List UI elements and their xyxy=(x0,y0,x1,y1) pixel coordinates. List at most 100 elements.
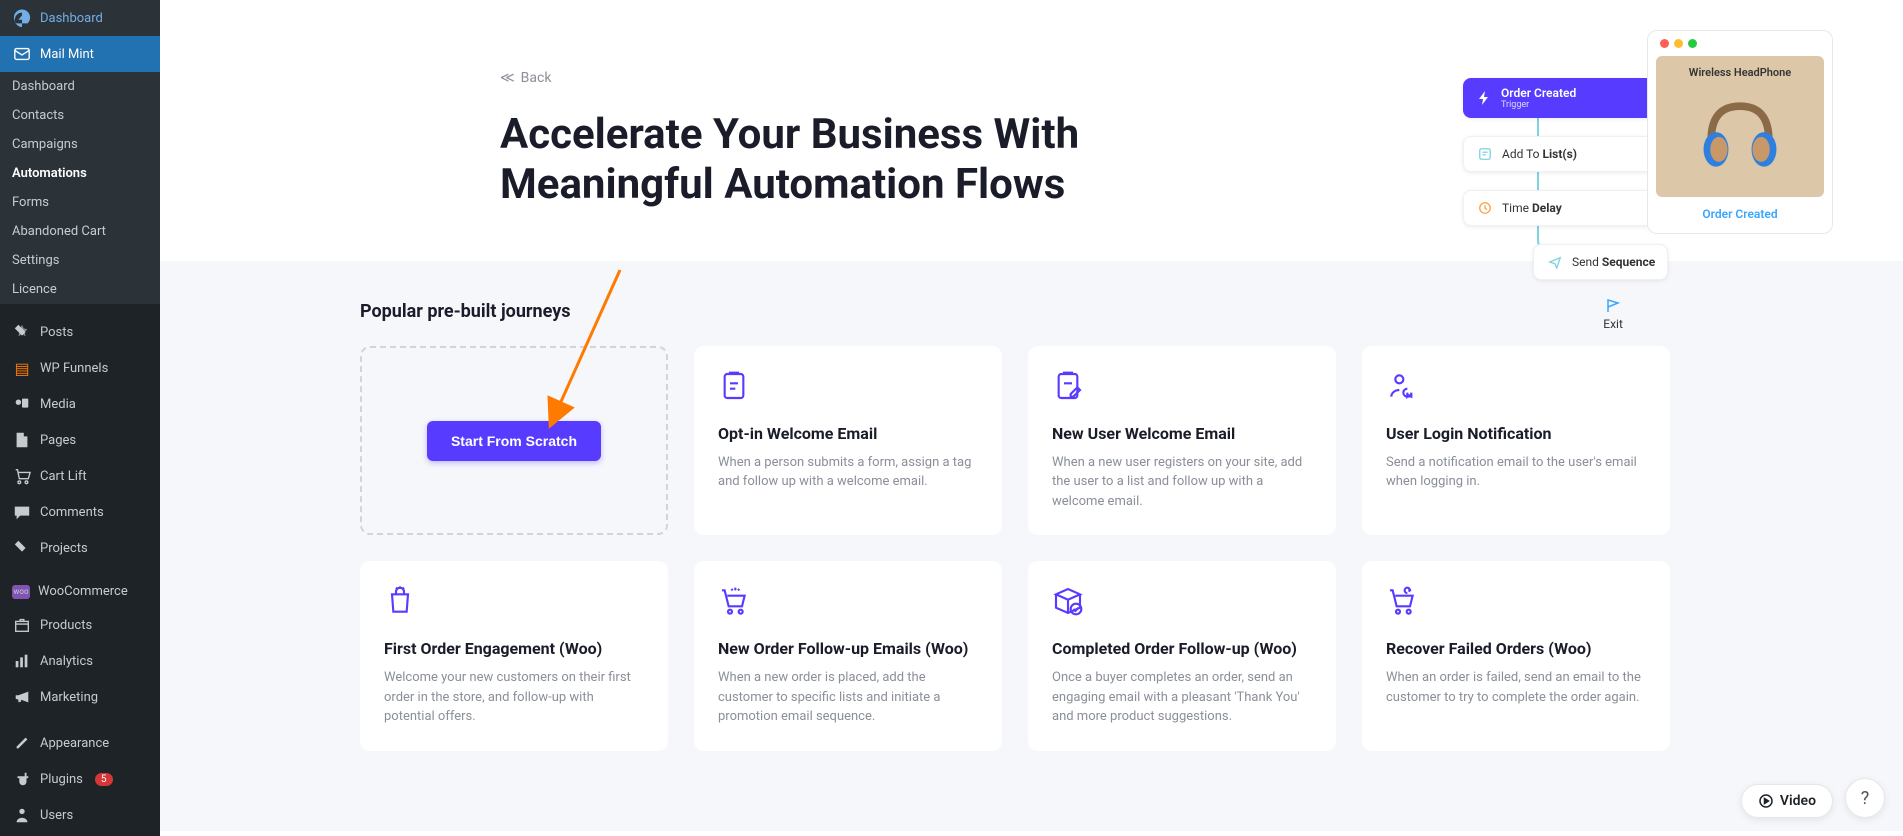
mail-icon xyxy=(12,44,32,64)
sidebar-item-media[interactable]: Media xyxy=(0,386,160,422)
box-icon xyxy=(12,615,32,635)
main-content: ≪ Back Accelerate Your Business With Mea… xyxy=(160,0,1903,836)
flow-node-send-sequence: Send Sequence xyxy=(1533,244,1668,280)
flow-node-time-delay: Time Delay xyxy=(1463,190,1668,226)
headphones-icon xyxy=(1690,87,1790,183)
send-icon xyxy=(1546,253,1564,271)
lightning-icon xyxy=(1475,89,1493,107)
order-created-label: Order Created xyxy=(1656,197,1824,225)
brush-icon xyxy=(12,733,32,753)
card-title: Completed Order Follow-up (Woo) xyxy=(1052,639,1312,658)
sidebar-label: Cart Lift xyxy=(40,469,87,484)
sidebar-label: Comments xyxy=(40,505,104,520)
sidebar-item-appearance[interactable]: Appearance xyxy=(0,725,160,761)
sidebar-label: Dashboard xyxy=(40,11,103,26)
woo-icon: woo xyxy=(12,585,30,599)
flag-icon xyxy=(1605,298,1621,314)
scratch-card: Start From Scratch xyxy=(360,346,668,536)
sidebar-label: Products xyxy=(40,618,92,633)
plug-icon xyxy=(12,769,32,789)
box-check-icon xyxy=(1052,585,1084,617)
sub-campaigns[interactable]: Campaigns xyxy=(0,130,160,159)
sidebar-item-posts[interactable]: Posts xyxy=(0,314,160,350)
product-title: Wireless HeadPhone xyxy=(1666,66,1814,79)
sidebar-item-dashboard[interactable]: Dashboard xyxy=(0,0,160,36)
sidebar-item-products[interactable]: Products xyxy=(0,607,160,643)
sidebar-item-mail-mint[interactable]: Mail Mint xyxy=(0,36,160,72)
clock-icon xyxy=(1476,199,1494,217)
journey-card[interactable]: Recover Failed Orders (Woo) When an orde… xyxy=(1362,561,1670,751)
journeys-section: Popular pre-built journeys Start From Sc… xyxy=(160,261,1903,831)
card-title: Opt-in Welcome Email xyxy=(718,424,978,443)
pin-icon xyxy=(12,538,32,558)
sub-forms[interactable]: Forms xyxy=(0,188,160,217)
journey-card[interactable]: New Order Follow-up Emails (Woo) When a … xyxy=(694,561,1002,751)
sub-contacts[interactable]: Contacts xyxy=(0,101,160,130)
card-desc: When a new user registers on your site, … xyxy=(1052,453,1312,512)
card-title: New Order Follow-up Emails (Woo) xyxy=(718,639,978,658)
cart-icon xyxy=(718,585,750,617)
chart-icon xyxy=(12,651,32,671)
layers-icon: ▤ xyxy=(12,358,32,378)
sidebar-label: Analytics xyxy=(40,654,93,669)
journey-card[interactable]: New User Welcome Email When a new user r… xyxy=(1028,346,1336,536)
pin-icon xyxy=(12,322,32,342)
chevron-left-icon: ≪ xyxy=(500,70,515,86)
media-icon xyxy=(12,394,32,414)
sidebar-item-comments[interactable]: Comments xyxy=(0,494,160,530)
journey-card[interactable]: First Order Engagement (Woo) Welcome you… xyxy=(360,561,668,751)
sub-licence[interactable]: Licence xyxy=(0,275,160,304)
start-from-scratch-button[interactable]: Start From Scratch xyxy=(427,421,601,461)
gauge-icon xyxy=(12,8,32,28)
flow-node-add-to-list: Add To List(s) xyxy=(1463,136,1668,172)
bag-icon xyxy=(384,585,416,617)
cart-refresh-icon xyxy=(1386,585,1418,617)
cart-icon xyxy=(12,466,32,486)
sidebar-item-wpfunnels[interactable]: ▤ WP Funnels xyxy=(0,350,160,386)
clipboard-edit-icon xyxy=(1052,370,1084,402)
sidebar-label: Pages xyxy=(40,433,76,448)
card-desc: Once a buyer completes an order, send an… xyxy=(1052,668,1312,727)
card-title: New User Welcome Email xyxy=(1052,424,1312,443)
product-preview: Wireless HeadPhone Order Created xyxy=(1647,30,1833,234)
journey-card[interactable]: Completed Order Follow-up (Woo) Once a b… xyxy=(1028,561,1336,751)
list-icon xyxy=(1476,145,1494,163)
sidebar-item-pages[interactable]: Pages xyxy=(0,422,160,458)
admin-sidebar: Dashboard Mail Mint Dashboard Contacts C… xyxy=(0,0,160,836)
sub-abandoned-cart[interactable]: Abandoned Cart xyxy=(0,217,160,246)
sidebar-submenu: Dashboard Contacts Campaigns Automations… xyxy=(0,72,160,304)
card-desc: Welcome your new customers on their firs… xyxy=(384,668,644,727)
user-key-icon xyxy=(1386,370,1418,402)
sidebar-item-plugins[interactable]: Plugins 5 xyxy=(0,761,160,797)
card-desc: Send a notification email to the user's … xyxy=(1386,453,1646,492)
comment-icon xyxy=(12,502,32,522)
sidebar-item-projects[interactable]: Projects xyxy=(0,530,160,566)
sub-automations[interactable]: Automations xyxy=(0,159,160,188)
card-title: First Order Engagement (Woo) xyxy=(384,639,644,658)
page-icon xyxy=(12,430,32,450)
user-icon xyxy=(12,805,32,825)
flow-exit: Exit xyxy=(1558,298,1668,331)
sidebar-item-marketing[interactable]: Marketing xyxy=(0,679,160,715)
megaphone-icon xyxy=(12,687,32,707)
sidebar-label: Users xyxy=(40,808,73,823)
plugins-badge: 5 xyxy=(95,773,113,786)
sidebar-label: Media xyxy=(40,397,76,412)
play-icon xyxy=(1758,793,1774,809)
sidebar-label: Appearance xyxy=(40,736,109,751)
help-button[interactable]: ? xyxy=(1845,778,1885,818)
sidebar-item-cartlift[interactable]: Cart Lift xyxy=(0,458,160,494)
card-desc: When a new order is placed, add the cust… xyxy=(718,668,978,727)
journey-card[interactable]: Opt-in Welcome Email When a person submi… xyxy=(694,346,1002,536)
sidebar-label: Projects xyxy=(40,541,88,556)
sidebar-item-users[interactable]: Users xyxy=(0,797,160,833)
card-desc: When an order is failed, send an email t… xyxy=(1386,668,1646,707)
card-desc: When a person submits a form, assign a t… xyxy=(718,453,978,492)
sidebar-item-analytics[interactable]: Analytics xyxy=(0,643,160,679)
sidebar-label: Mail Mint xyxy=(40,47,94,62)
sidebar-item-woocommerce[interactable]: woo WooCommerce xyxy=(0,576,160,607)
sub-dashboard[interactable]: Dashboard xyxy=(0,72,160,101)
sub-settings[interactable]: Settings xyxy=(0,246,160,275)
video-button[interactable]: Video xyxy=(1741,784,1833,818)
journey-card[interactable]: User Login Notification Send a notificat… xyxy=(1362,346,1670,536)
